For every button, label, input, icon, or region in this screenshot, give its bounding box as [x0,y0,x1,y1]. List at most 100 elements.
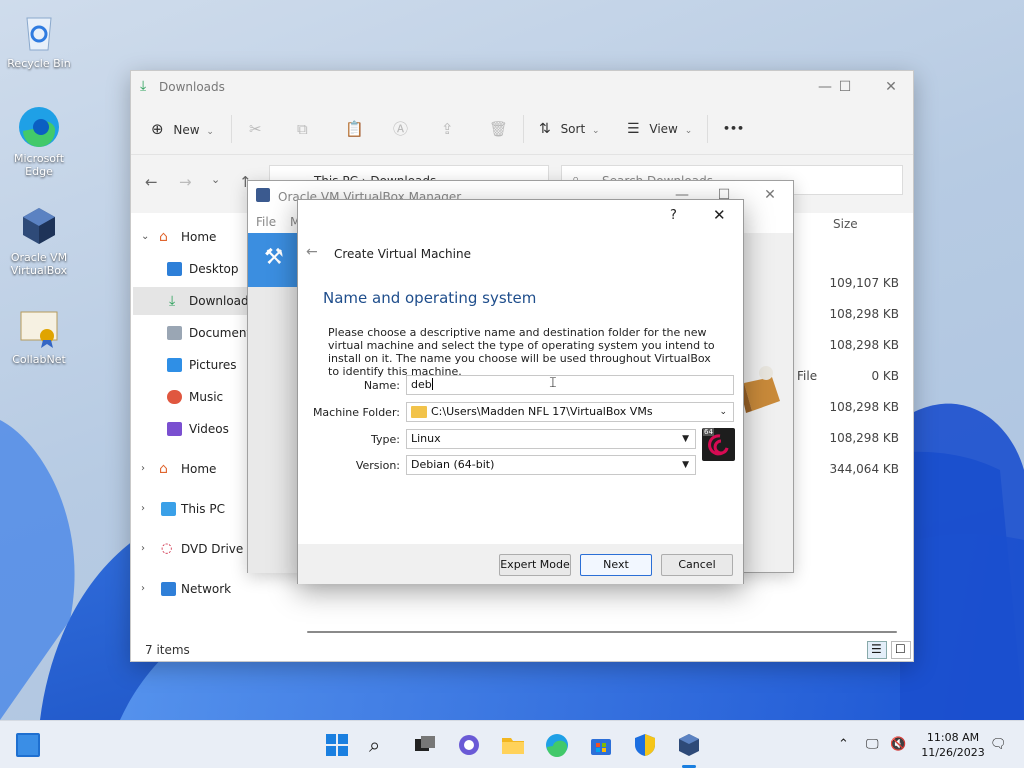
cancel-button[interactable]: Cancel [661,554,733,576]
network-icon[interactable]: 🖵 [866,737,879,752]
pictures-icon [167,358,182,372]
desktop-icon-virtualbox[interactable]: Oracle VM VirtualBox [1,204,77,277]
explorer-title-bar: ⤓ Downloads — ☐ ✕ [131,71,913,103]
file-explorer-icon[interactable] [501,733,525,757]
desktop-icon-label: Microsoft Edge [13,152,65,178]
size-cell: 108,298 KB [829,338,899,352]
create-vm-dialog: ? ✕ ← Create Virtual Machine Name and op… [297,199,744,584]
chevron-down-icon: ⌄ [206,127,214,137]
name-value: deb [411,378,432,391]
file-list-size-column: Size File 109,107 KB 108,298 KB 108,298 … [791,213,915,633]
chevron-right-icon: › [141,503,145,514]
maximize-icon[interactable]: ☐ [825,77,865,97]
clock-time: 11:08 AM [926,731,980,744]
clock-date: 11/26/2023 [921,746,985,759]
close-button[interactable]: ✕ [750,185,790,205]
sort-icon: ⇅ [539,121,551,137]
chevron-right-icon: › [141,543,145,554]
desktop-icon-edge[interactable]: Microsoft Edge [1,105,77,178]
dropdown-arrow-icon: ▼ [682,434,689,444]
more-options-button[interactable]: ••• [723,117,744,141]
type-select[interactable]: Linux ▼ [406,429,696,449]
paste-icon[interactable]: 📋 [345,117,364,141]
sort-button[interactable]: ⇅ Sort ⌄ [539,117,600,141]
next-button[interactable]: Next [580,554,652,576]
view-button[interactable]: ☰ View ⌄ [627,117,692,141]
nav-item-label: Home [181,462,217,476]
section-title: Name and operating system [323,289,537,307]
notification-icon[interactable]: 🗨 [990,737,1007,752]
copy-icon[interactable]: ⧉ [297,117,308,141]
delete-icon[interactable]: 🗑 [489,117,508,141]
dialog-description: Please choose a descriptive name and des… [328,326,715,378]
virtualbox-icon[interactable] [677,733,701,757]
dropdown-arrow-icon: ▼ [682,460,689,470]
size-cell: 109,107 KB [829,276,899,290]
chevron-down-icon: ⌄ [141,231,150,242]
desktop-icon-label: Recycle Bin [7,57,71,70]
search-icon[interactable]: ⌕ [369,733,393,757]
close-button[interactable]: ✕ [871,77,911,97]
size-column-header[interactable]: Size [833,217,858,231]
version-select[interactable]: Debian (64-bit) ▼ [406,455,696,475]
desktop-icon-collabnet[interactable]: CollabNet [1,306,77,366]
explorer-command-bar: ⊕ New ⌄ ✂ ⧉ 📋 Ⓐ ⇪ 🗑 ⇅ Sort ⌄ ☰ View ⌄ ••… [131,103,913,155]
system-clock[interactable]: 11:08 AM 11/26/2023 [914,730,992,760]
store-icon[interactable] [589,733,613,757]
tools-icon: ⚒ [264,245,284,270]
size-cell: 108,298 KB [829,307,899,321]
name-input[interactable]: deb [406,375,734,395]
network-icon [161,582,176,596]
security-shield-icon[interactable] [633,733,657,757]
menu-file[interactable]: File [256,215,276,229]
rename-icon[interactable]: Ⓐ [393,117,408,141]
desktop-icon-label: Oracle VM VirtualBox [10,251,68,277]
taskbar: ⌕ ⌃ 🖵 🔇 11:08 AM 11/26/2023 🗨 [0,720,1024,768]
desktop-icon [167,262,182,276]
cut-icon[interactable]: ✂ [249,117,262,141]
edge-icon[interactable] [545,733,569,757]
machine-folder-select[interactable]: C:\Users\Madden NFL 17\VirtualBox VMs ⌄ [406,402,734,422]
nav-item-network[interactable]: › Network [131,575,291,603]
desktop-icon-recycle-bin[interactable]: Recycle Bin [1,10,77,70]
details-view-button[interactable]: ☰ [867,641,887,659]
vbox-tools-item[interactable]: ⚒ [248,233,298,287]
task-view-icon[interactable] [413,733,437,757]
chevron-right-icon: › [141,583,145,594]
start-windows-icon[interactable] [325,733,349,757]
back-arrow-icon[interactable]: ← [306,244,318,260]
divider [523,115,524,143]
chat-icon[interactable] [457,733,481,757]
help-button[interactable]: ? [670,208,677,223]
chevron-up-icon[interactable]: ⌃ [838,737,849,752]
sort-label: Sort [560,122,586,136]
share-icon[interactable]: ⇪ [441,117,454,141]
recent-chevron-icon[interactable]: ⌄ [211,173,220,186]
close-button[interactable]: ✕ [713,206,726,224]
text-cursor-icon: 𝙸 [548,375,558,391]
back-arrow-icon[interactable]: ← [145,173,158,191]
name-label: Name: [363,379,400,392]
nav-item-label: Music [189,390,224,404]
vbox-machine-list: ⚒ [248,233,298,573]
item-count: 7 items [145,643,190,657]
new-button[interactable]: ⊕ New ⌄ [151,117,214,141]
machine-folder-value: C:\Users\Madden NFL 17\VirtualBox VMs [431,405,653,418]
divider [707,115,708,143]
size-cell: 108,298 KB [829,400,899,414]
forward-arrow-icon[interactable]: → [179,173,192,191]
chevron-down-icon: ⌄ [592,126,600,136]
expert-mode-button[interactable]: Expert Mode [499,554,571,576]
details-view-icon: ☰ [871,642,882,656]
window-title: Downloads [159,80,225,94]
music-icon [167,390,182,404]
nav-item-label: Home [181,230,217,244]
desktop-icon-label: CollabNet [12,353,66,366]
machine-folder-label: Machine Folder: [312,406,400,419]
tiles-view-button[interactable]: ☐ [891,641,911,659]
volume-muted-icon[interactable]: 🔇 [890,737,906,752]
widgets-icon[interactable] [16,733,40,757]
type-cell: File [797,369,818,383]
edge-icon [17,105,61,149]
virtualbox-icon [17,204,61,248]
